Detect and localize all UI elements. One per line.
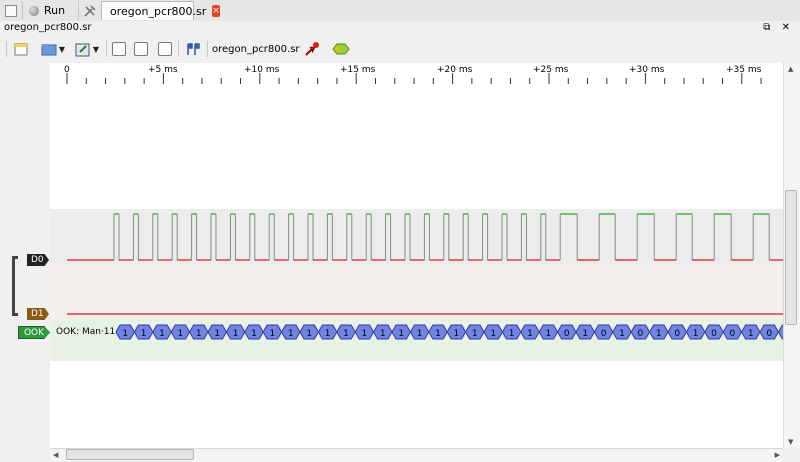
document-title: oregon_pcr800.sr	[4, 22, 92, 33]
ook-bit-value: 1	[693, 329, 699, 339]
ruler-label: 0	[64, 65, 70, 75]
channel-label-d1[interactable]: D1	[27, 308, 49, 320]
zoom-in-icon	[112, 42, 126, 56]
run-icon	[29, 5, 39, 16]
ook-bit-value: 1	[490, 329, 496, 339]
ook-bit-value: 1	[656, 329, 662, 339]
time-ruler[interactable]: 0 +5 ms +10 ms +15 ms +20 ms +25 ms +30 …	[50, 63, 783, 86]
add-decoder-button[interactable]	[328, 39, 354, 59]
save-file-button[interactable]: ▼	[72, 39, 102, 59]
tools-icon	[83, 4, 96, 17]
channel-group-bracket	[12, 256, 18, 316]
probe-button[interactable]	[302, 39, 322, 59]
ook-bit-value: 0	[564, 329, 570, 339]
open-file-icon	[41, 43, 57, 55]
ook-bit-value: 1	[122, 329, 128, 339]
tab-file-label: oregon_pcr800.sr	[110, 4, 207, 18]
ook-bit-value: 1	[582, 329, 588, 339]
tab-tools[interactable]	[78, 1, 100, 20]
scroll-up-icon[interactable]: ▲	[788, 65, 793, 73]
zoom-in-button[interactable]	[110, 39, 128, 59]
chevron-down-icon: ▼	[92, 44, 100, 54]
ook-bit-value: 1	[251, 329, 257, 339]
ook-bit-value: 1	[435, 329, 441, 339]
ook-bit-value: 1	[196, 329, 202, 339]
ook-bit-value: 1	[325, 329, 331, 339]
probe-icon	[305, 42, 319, 56]
decoder-label-ook[interactable]: OOK	[18, 326, 50, 339]
ruler-label: +25 ms	[533, 65, 569, 75]
ook-bit-value: 1	[178, 329, 184, 339]
ook-bit-value: 0	[730, 329, 736, 339]
cursor-button[interactable]	[182, 39, 204, 59]
ook-bit-value: 0	[601, 329, 607, 339]
ruler-label: +10 ms	[244, 65, 280, 75]
ruler-label: +35 ms	[726, 65, 762, 75]
scroll-right-icon[interactable]: ▶	[775, 451, 780, 459]
chevron-down-icon: ▼	[58, 44, 66, 54]
new-session-icon	[14, 43, 27, 55]
ook-bit-value: 1	[454, 329, 460, 339]
tab-run-label: Run	[44, 4, 66, 17]
open-file-button[interactable]: ▼	[38, 39, 68, 59]
window-controls[interactable]: ⧉ ✕	[763, 21, 794, 35]
tab-file[interactable]: oregon_pcr800.sr ×	[101, 1, 220, 20]
ook-bit-value: 1	[233, 329, 239, 339]
ruler-label: +20 ms	[437, 65, 473, 75]
tab-bar: Run oregon_pcr800.sr ×	[0, 0, 800, 22]
scroll-left-icon[interactable]: ◀	[53, 451, 58, 459]
ook-bit-value: 0	[766, 329, 772, 339]
trace-canvas: 1111111111111111111111110101010100100	[67, 213, 783, 340]
ook-bit-value: 1	[288, 329, 294, 339]
device-select[interactable]: oregon_pcr800.sr ▼	[212, 39, 316, 59]
device-select-value: oregon_pcr800.sr	[212, 43, 300, 55]
save-file-icon	[75, 43, 90, 56]
document-title-row: oregon_pcr800.sr ⧉ ✕	[0, 21, 800, 35]
ook-bit-value: 1	[398, 329, 404, 339]
ruler-label: +30 ms	[629, 65, 665, 75]
blank-page-icon	[5, 4, 17, 17]
zoom-fit-icon	[158, 42, 172, 56]
ook-bit-value: 1	[380, 329, 386, 339]
ook-bit-value: 0	[711, 329, 717, 339]
zoom-out-button[interactable]	[132, 39, 150, 59]
channel-label-d0[interactable]: D0	[27, 254, 49, 266]
new-session-button[interactable]	[12, 39, 30, 59]
horizontal-scroll-thumb[interactable]	[66, 449, 194, 460]
close-tab-icon[interactable]: ×	[212, 5, 220, 17]
ook-bit-value: 1	[141, 329, 147, 339]
decoder-icon	[332, 43, 350, 55]
ook-decoder-name: OOK: Man·1111	[56, 327, 116, 337]
ook-bit-value: 1	[270, 329, 276, 339]
ook-bit-value: 1	[509, 329, 515, 339]
zoom-fit-button[interactable]	[156, 39, 174, 59]
ook-bit-value: 1	[306, 329, 312, 339]
zoom-out-icon	[134, 42, 148, 56]
ook-bit-value: 0	[674, 329, 680, 339]
ook-bit-value: 1	[527, 329, 533, 339]
ook-bit-value: 1	[343, 329, 349, 339]
tab-blank[interactable]	[2, 1, 20, 20]
ook-bit-value: 1	[748, 329, 754, 339]
ook-bit-value: 1	[472, 329, 478, 339]
scroll-down-icon[interactable]: ▼	[788, 438, 793, 446]
ook-bit-value: 1	[417, 329, 423, 339]
ook-bit-value: 1	[546, 329, 552, 339]
ook-bit-value: 1	[159, 329, 165, 339]
ook-bit-value: 1	[619, 329, 625, 339]
ruler-label: +15 ms	[340, 65, 376, 75]
vertical-scroll-thumb[interactable]	[785, 190, 797, 325]
tab-run[interactable]: Run	[22, 1, 72, 20]
ook-bit-value: 0	[638, 329, 644, 339]
ook-bit-value: 1	[214, 329, 220, 339]
ruler-label: +5 ms	[148, 65, 178, 75]
toolbar: ▼ ▼ oregon_pcr800.sr ▼	[0, 35, 800, 64]
ook-bit-value: 1	[362, 329, 368, 339]
cursor-icon	[187, 42, 200, 55]
